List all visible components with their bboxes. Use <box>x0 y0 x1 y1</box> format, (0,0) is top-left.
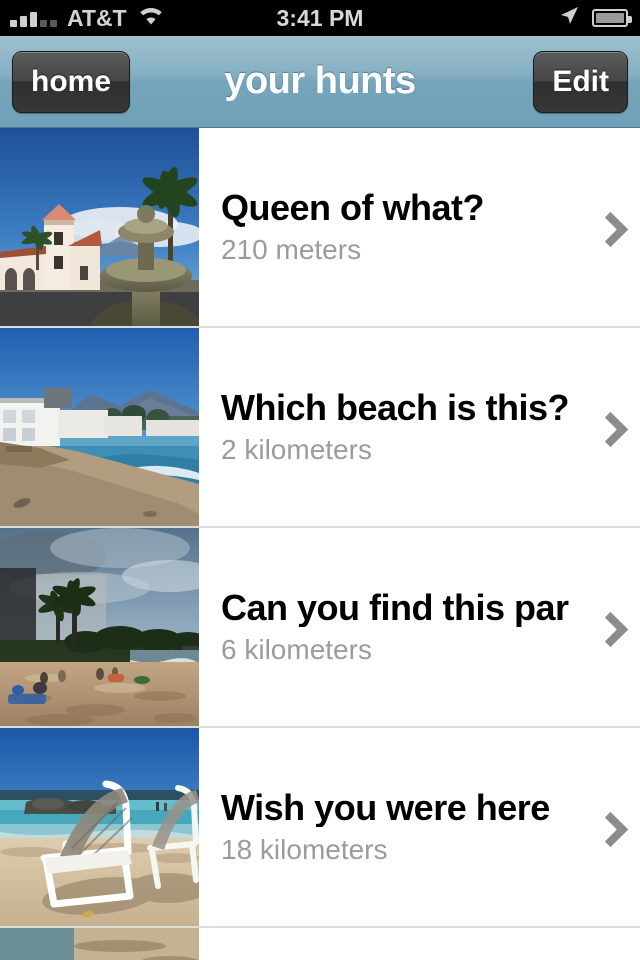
navigation-bar: home your hunts Edit <box>0 36 640 128</box>
thumbnail-sand-partial <box>0 928 199 960</box>
table-row[interactable]: Which beach is this? 2 kilometers <box>0 328 640 528</box>
home-back-button[interactable]: home <box>12 50 131 113</box>
hunt-distance: 2 kilometers <box>221 434 372 466</box>
disclosure-chevron-icon[interactable] <box>596 614 622 640</box>
hunt-title: Can you find this par <box>221 587 569 628</box>
thumbnail-beach-houses <box>0 328 199 526</box>
hunt-distance: 18 kilometers <box>221 834 388 866</box>
wifi-icon <box>137 6 165 31</box>
hunt-distance: 210 meters <box>221 234 362 266</box>
hunt-title: Queen of what? <box>221 187 485 228</box>
carrier-label: AT&T <box>67 4 127 31</box>
hunts-list[interactable]: Queen of what? 210 meters Which beach is… <box>0 128 640 960</box>
status-bar-right <box>429 5 640 32</box>
row-content: Wish you were here 18 kilometers <box>199 728 640 926</box>
row-content: Queen of what? 210 meters <box>199 128 640 326</box>
table-row[interactable]: Wish you were here 18 kilometers <box>0 728 640 928</box>
battery-icon <box>591 9 632 27</box>
cellular-signal-icon <box>10 9 57 27</box>
table-row[interactable]: Can you find this par 6 kilometers <box>0 528 640 728</box>
table-row[interactable]: Queen of what? 210 meters <box>0 128 640 328</box>
page-title: your hunts <box>224 60 416 102</box>
row-content: Which beach is this? 2 kilometers <box>199 328 640 526</box>
status-bar: AT&T 3:41 PM <box>0 0 640 36</box>
app-screen: AT&T 3:41 PM home your hunts Edit Queen … <box>0 0 640 960</box>
status-bar-left: AT&T <box>0 5 211 32</box>
hunt-title: Wish you were here <box>221 787 550 828</box>
location-arrow-icon <box>558 5 580 32</box>
thumbnail-lounge-chairs <box>0 728 199 926</box>
clock-label: 3:41 PM <box>276 4 364 31</box>
edit-button[interactable]: Edit <box>533 50 628 113</box>
thumbnail-palm-beach <box>0 528 199 726</box>
disclosure-chevron-icon[interactable] <box>596 214 622 240</box>
row-content <box>199 928 640 960</box>
hunt-distance: 6 kilometers <box>221 634 372 666</box>
status-bar-center: 3:41 PM <box>211 5 429 32</box>
hunt-title: Which beach is this? <box>221 387 570 428</box>
row-content: Can you find this par 6 kilometers <box>199 528 640 726</box>
thumbnail-mission-fountain <box>0 128 199 326</box>
disclosure-chevron-icon[interactable] <box>596 414 622 440</box>
table-row[interactable] <box>0 928 640 960</box>
disclosure-chevron-icon[interactable] <box>596 814 622 840</box>
